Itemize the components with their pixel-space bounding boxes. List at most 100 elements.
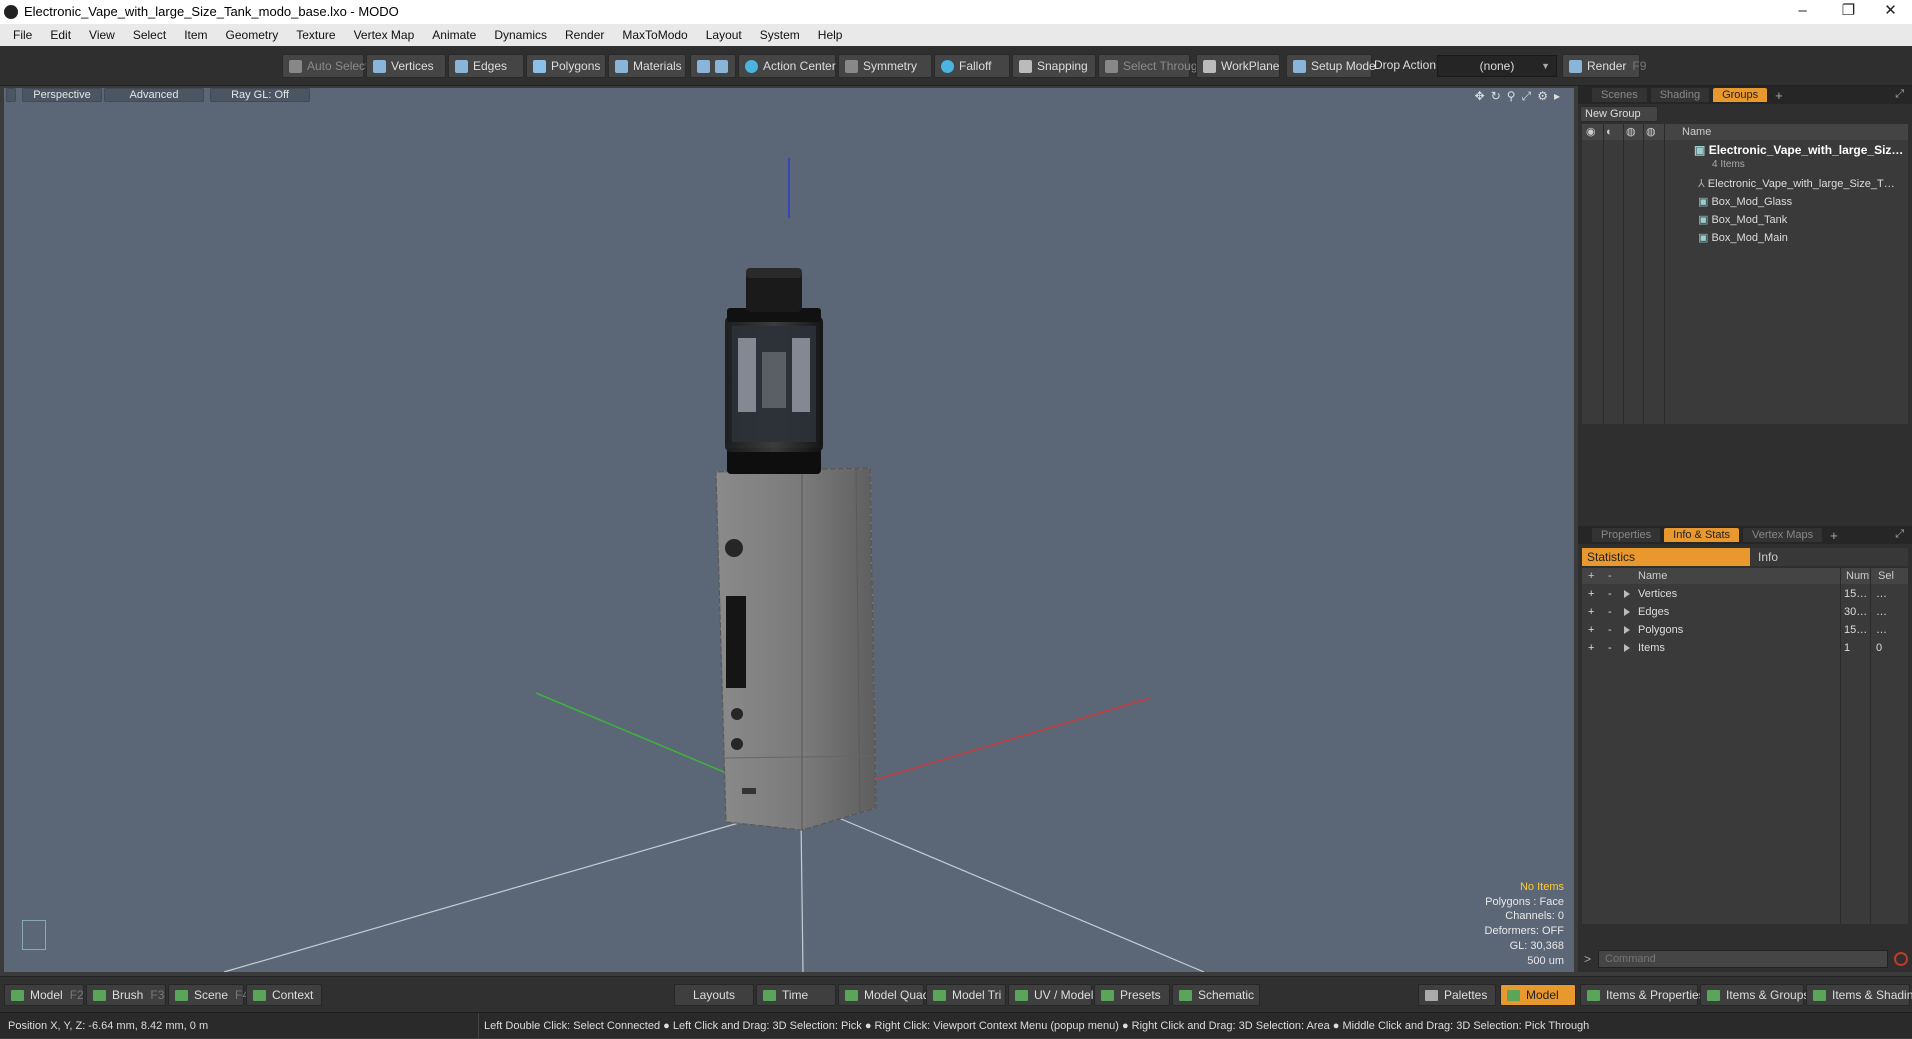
symmetry-button[interactable]: Symmetry [838,54,932,78]
menu-render[interactable]: Render [556,28,613,42]
gl-count: GL: 30,368 [1509,939,1564,952]
eye-icon[interactable]: ◉ [1586,124,1596,140]
expand-icon[interactable]: ⤢ [1895,88,1904,101]
setup-mode-button[interactable]: Setup Mode [1286,54,1376,78]
menu-file[interactable]: File [4,28,41,42]
menu-view[interactable]: View [80,28,124,42]
menu-system[interactable]: System [751,28,809,42]
maximize-button[interactable]: ❐ [1826,0,1871,24]
menu-edit[interactable]: Edit [41,28,80,42]
tab-info-stats[interactable]: Info & Stats [1664,528,1740,542]
tab-context[interactable]: Context [246,984,322,1006]
vertices-button[interactable]: Vertices [366,54,446,78]
tab-model-tri[interactable]: Model Tri [926,984,1006,1006]
polygons-button[interactable]: Polygons [526,54,606,78]
tab-uv-model[interactable]: UV / Model [1008,984,1093,1006]
model-quad-icon [845,989,858,1001]
command-input[interactable] [1598,950,1888,968]
auto-select-button[interactable]: Auto Select [282,54,368,78]
tab-layouts[interactable]: Layouts [674,984,754,1006]
menu-item[interactable]: Item [175,28,216,42]
tab-info[interactable]: Info [1750,548,1908,566]
remove-stat-icon[interactable]: - [1608,622,1612,639]
tab-model[interactable]: Model F2 [4,984,84,1006]
menu-layout[interactable]: Layout [697,28,751,42]
edges-button[interactable]: Edges [448,54,524,78]
uv-model-icon [1015,989,1028,1001]
group-child-item[interactable]: ▣ Box_Mod_Tank [1698,212,1787,229]
auto-select-icon [289,59,302,73]
add-stat-icon[interactable]: + [1588,640,1594,657]
expand-triangle-icon[interactable] [1624,626,1630,635]
tab-model-quad[interactable]: Model Quad [838,984,929,1006]
menu-help[interactable]: Help [809,28,852,42]
tab-presets[interactable]: Presets [1094,984,1170,1006]
add-tab-icon[interactable]: + [1830,528,1838,543]
minimize-button[interactable]: – [1780,0,1825,24]
menu-animate[interactable]: Animate [423,28,485,42]
group-child-item[interactable]: ▣ Box_Mod_Main [1698,230,1788,247]
tab-properties[interactable]: Properties [1592,528,1661,542]
menu-texture[interactable]: Texture [287,28,344,42]
group-child-item[interactable]: ▣ Box_Mod_Glass [1698,194,1792,211]
menu-select[interactable]: Select [124,28,175,42]
materials-button[interactable]: Materials [608,54,686,78]
render-button[interactable]: Render F9 [1562,54,1646,78]
tab-groups[interactable]: Groups [1713,88,1768,102]
add-tab-icon[interactable]: + [1775,88,1783,103]
select-mode-icons[interactable] [690,54,736,78]
workplane-button[interactable]: WorkPlane [1196,54,1280,78]
tab-shading[interactable]: Shading [1650,88,1710,102]
remove-stat-icon[interactable]: - [1608,604,1612,621]
tab-items-properties[interactable]: Items & Properties [1580,984,1705,1006]
remove-stat-icon[interactable]: - [1608,586,1612,603]
remove-stat-icon[interactable]: - [1608,640,1612,657]
new-group-button[interactable]: New Group [1580,106,1658,122]
menu-maxtomodo[interactable]: MaxToModo [613,28,696,42]
stat-row[interactable]: + - Items 10 [1588,640,1906,657]
falloff-button[interactable]: Falloff [934,54,1010,78]
3d-viewport[interactable]: Perspective Advanced Ray GL: Off ✥ ↻ ⚲ ⤢… [4,88,1574,972]
add-stat-icon[interactable]: + [1588,586,1594,603]
drop-action-dropdown[interactable]: (none) ▼ [1437,55,1557,77]
add-stat-icon[interactable]: + [1588,622,1594,639]
tab-brush[interactable]: Brush F3 [86,984,166,1006]
menu-vertex-map[interactable]: Vertex Map [345,28,424,42]
command-clear-icon[interactable] [1894,952,1908,966]
select-through-icon [1105,59,1118,73]
tab-model-active[interactable]: Model [1500,984,1576,1006]
tab-time[interactable]: Time [756,984,836,1006]
add-stat-icon[interactable]: + [1588,604,1594,621]
palettes-button[interactable]: Palettes [1418,984,1496,1006]
lock-icon[interactable]: ◍ [1626,124,1636,140]
menu-geometry[interactable]: Geometry [217,28,288,42]
tab-scene[interactable]: Scene F4 [168,984,249,1006]
mouse-hints: Left Double Click: Select Connected ● Le… [484,1020,1590,1032]
polygons-icon [533,59,546,73]
menu-dynamics[interactable]: Dynamics [485,28,556,42]
close-button[interactable]: ✕ [1868,0,1912,24]
axis-gizmo-icon [22,920,46,950]
expand-icon[interactable]: ⤢ [1895,528,1904,541]
expand-triangle-icon[interactable] [1624,608,1630,617]
expand-triangle-icon[interactable] [1624,644,1630,653]
column-divider [1623,124,1624,424]
stat-row[interactable]: + - Polygons 15…… [1588,622,1906,639]
box-mod-main [715,467,877,831]
stat-row[interactable]: + - Edges 30…… [1588,604,1906,621]
tab-scenes[interactable]: Scenes [1592,88,1647,102]
tab-schematic[interactable]: Schematic [1172,984,1260,1006]
expand-triangle-icon[interactable] [1624,590,1630,599]
snapping-button[interactable]: Snapping [1012,54,1096,78]
tab-items-groups[interactable]: Items & Groups [1700,984,1809,1006]
stat-row[interactable]: + - Vertices 15…… [1588,586,1906,603]
select-icon[interactable]: ◍ [1646,124,1656,140]
tab-statistics[interactable]: Statistics [1582,548,1750,566]
group-child-item[interactable]: ⅄ Electronic_Vape_with_large_Size_T… [1698,176,1895,193]
render-toggle-icon[interactable]: ◐ [1606,124,1613,140]
action-center-button[interactable]: Action Center [738,54,836,78]
tab-items-shading[interactable]: Items & Shading [1806,984,1912,1006]
x-axis-line [873,697,1151,781]
tab-vertex-maps[interactable]: Vertex Maps [1743,528,1823,542]
select-through-button[interactable]: Select Through [1098,54,1204,78]
